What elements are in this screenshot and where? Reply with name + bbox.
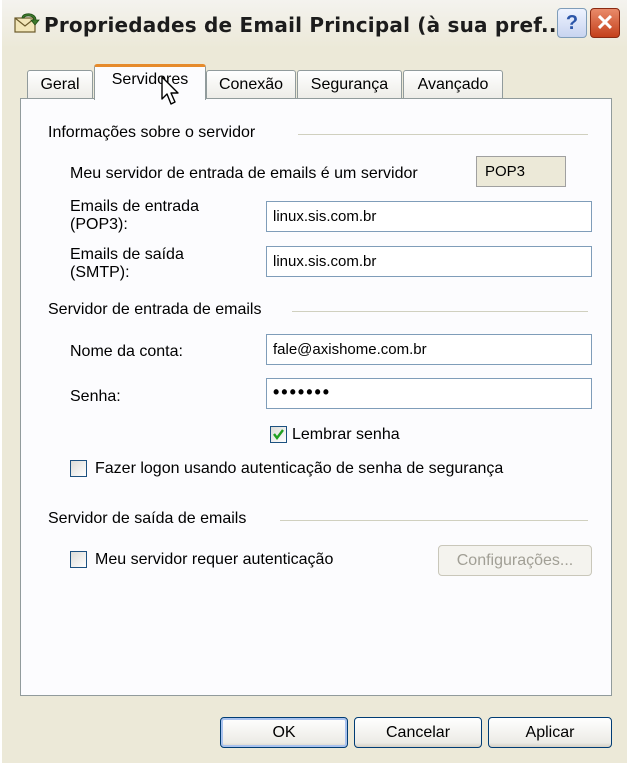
ok-button[interactable]: OK [220,717,348,748]
tab-servidores[interactable]: Servidores [94,64,206,100]
incoming-server-label-line2: (POP3): [70,216,128,233]
group-divider [280,520,588,521]
mouse-cursor-icon [161,76,179,105]
incoming-server-label: Emails de entrada (POP3): [70,198,199,234]
account-name-label: Nome da conta: [70,343,183,360]
group-label-server-info: Informações sobre o servidor [48,124,256,141]
window-frame-right [619,48,627,763]
outgoing-server-label-line2: (SMTP): [70,264,130,281]
tab-avancado[interactable]: Avançado [403,70,503,100]
tab-geral[interactable]: Geral [27,70,93,100]
incoming-type-label: Meu servidor de entrada de emails é um s… [70,165,418,182]
apply-button[interactable]: Aplicar [488,717,612,748]
spa-logon-checkbox[interactable] [70,460,87,477]
help-button[interactable]: ? [557,8,587,38]
group-label-outgoing-server: Servidor de saída de emails [48,510,247,527]
tab-seguranca[interactable]: Segurança [297,70,402,100]
incoming-server-input[interactable]: linux.sis.com.br [266,201,592,232]
group-divider [298,134,588,135]
group-divider [292,311,588,312]
checkmark-icon [273,429,284,440]
title-bar[interactable]: Propriedades de Email Principal (à sua p… [2,0,627,48]
incoming-server-label-line1: Emails de entrada [70,198,199,215]
account-properties-icon [14,13,40,33]
outgoing-auth-checkbox[interactable] [70,551,87,568]
spa-logon-label[interactable]: Fazer logon usando autenticação de senha… [95,460,503,478]
account-name-input[interactable]: fale@axishome.com.br [266,334,592,365]
window-title: Propriedades de Email Principal (à sua p… [44,13,565,37]
remember-password-label[interactable]: Lembrar senha [292,426,400,444]
close-button[interactable]: ✕ [590,8,620,38]
remember-password-checkbox[interactable] [270,426,287,443]
cancel-button[interactable]: Cancelar [354,717,482,748]
password-label: Senha: [70,388,121,405]
outgoing-server-label: Emails de saída (SMTP): [70,246,184,282]
tab-conexao[interactable]: Conexão [206,70,296,100]
outgoing-auth-label[interactable]: Meu servidor requer autenticação [95,551,333,569]
password-input[interactable]: ••••••• [266,378,592,409]
settings-button[interactable]: Configurações... [438,545,592,576]
incoming-type-field: POP3 [476,156,566,187]
window-frame-left [2,48,10,763]
outgoing-server-label-line1: Emails de saída [70,246,184,263]
outgoing-server-input[interactable]: linux.sis.com.br [266,246,592,277]
group-label-incoming-server: Servidor de entrada de emails [48,301,262,318]
